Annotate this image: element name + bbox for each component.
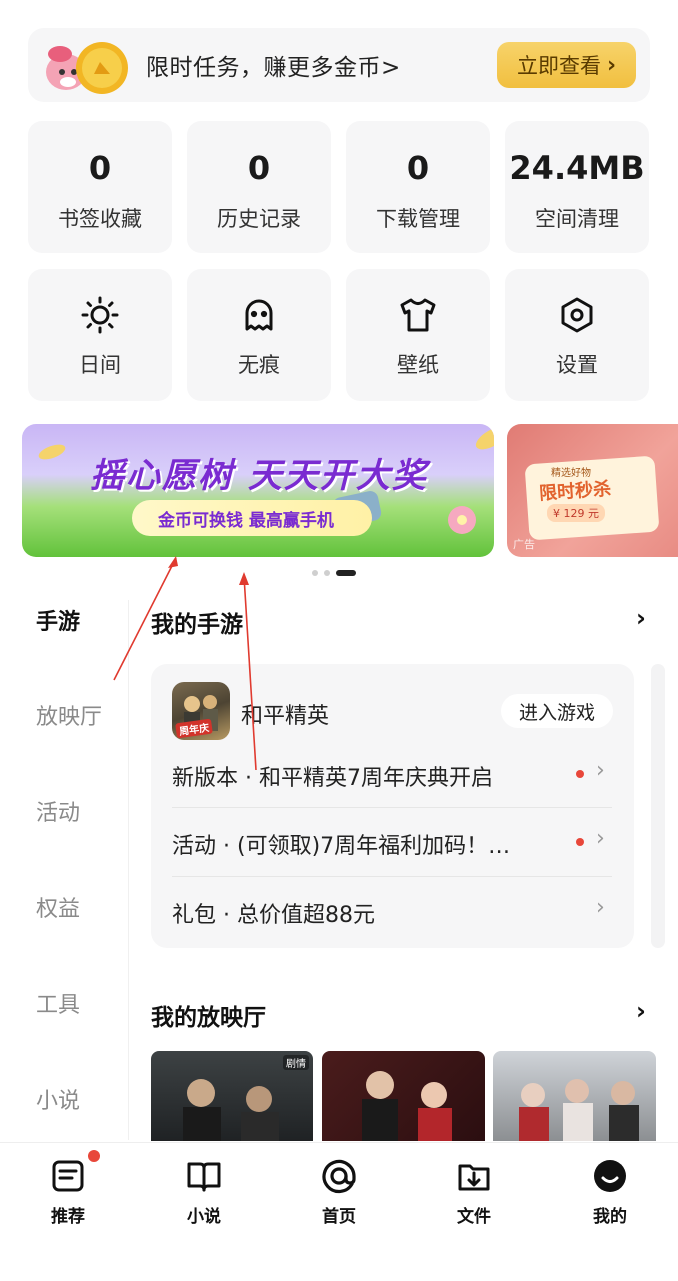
flash-sale-title: 限时秒杀 [538, 478, 612, 505]
history-count: 0 [247, 149, 271, 187]
storage-size: 24.4MB [509, 149, 645, 187]
thumb-tag: 剧情 [283, 1055, 309, 1070]
my-theater-title: 我的放映厅 [151, 1005, 266, 1031]
file-download-icon [458, 1164, 490, 1191]
bookmarks-label: 书签收藏 [58, 207, 142, 231]
profile-face-icon [594, 1160, 626, 1192]
recommend-doc-icon [52, 1160, 84, 1192]
leftnav-activities[interactable]: 活动 [36, 795, 80, 827]
banner-subtitle: 金币可换钱 最高赢手机 [132, 500, 372, 536]
downloads-label: 下载管理 [376, 207, 460, 231]
game-app-icon[interactable]: 周年庆 [172, 682, 230, 740]
theater-thumb[interactable]: 剧情 [151, 1051, 313, 1141]
chevron-right-icon[interactable]: › [636, 604, 646, 632]
book-icon [187, 1162, 221, 1192]
unread-dot [576, 838, 584, 846]
chevron-right-icon: › [606, 52, 617, 78]
row-divider [172, 807, 612, 808]
my-games-title: 我的手游 [151, 612, 243, 638]
carousel-indicator [312, 570, 356, 576]
settings-hexagon-icon [561, 297, 593, 333]
enter-game-button[interactable]: 进入游戏 [501, 694, 613, 728]
theater-thumb[interactable] [322, 1051, 485, 1141]
leftnav-benefits[interactable]: 权益 [36, 891, 80, 923]
settings-button[interactable]: 设置 [505, 269, 649, 401]
tab-profile[interactable]: 我的 [570, 1158, 650, 1227]
settings-label: 设置 [556, 353, 598, 377]
flash-sale-banner[interactable]: 精选好物 限时秒杀 ¥ 129 元 广告 [507, 424, 678, 557]
view-now-label: 立即查看 [516, 54, 601, 78]
tab-recommend-label: 推荐 [51, 1207, 85, 1227]
wish-tree-banner[interactable]: 摇心愿树 天天开大奖 金币可换钱 最高赢手机 [22, 424, 494, 557]
history-card[interactable]: 0 历史记录 [187, 121, 331, 253]
leftnav-theater[interactable]: 放映厅 [36, 699, 102, 731]
unread-dot [576, 770, 584, 778]
chevron-right-icon[interactable]: › [596, 826, 605, 851]
task-text[interactable]: 限时任务，赚更多金币> [146, 48, 401, 82]
theater-thumb[interactable] [493, 1051, 656, 1141]
tab-files[interactable]: 文件 [434, 1158, 514, 1227]
home-at-icon [322, 1159, 356, 1194]
shirt-icon [400, 298, 436, 332]
game-name: 和平精英 [241, 704, 330, 729]
notification-dot [88, 1150, 100, 1162]
game-event-row[interactable]: 活动 · (可领取)7周年福利加码！… [172, 828, 532, 860]
row-divider [172, 876, 612, 877]
tab-files-label: 文件 [457, 1207, 491, 1227]
storage-clean-card[interactable]: 24.4MB 空间清理 [505, 121, 649, 253]
view-now-button[interactable]: 立即查看 › [497, 42, 636, 88]
carousel-dot-active [336, 570, 356, 576]
history-label: 历史记录 [217, 207, 301, 231]
bookmarks-count: 0 [88, 149, 112, 187]
game-news-row[interactable]: 新版本 · 和平精英7周年庆典开启 [172, 760, 532, 792]
leftnav-tools[interactable]: 工具 [36, 987, 80, 1019]
thumb-art [362, 1071, 452, 1141]
leftnav-divider [128, 600, 129, 1140]
wallpaper-label: 壁纸 [397, 353, 439, 377]
tab-novels-label: 小说 [187, 1207, 221, 1227]
leftnav-mobile-games[interactable]: 手游 [36, 604, 80, 636]
incognito-label: 无痕 [238, 353, 280, 377]
day-mode-button[interactable]: 日间 [28, 269, 172, 401]
chevron-right-icon[interactable]: › [636, 997, 646, 1025]
carousel-dot [312, 570, 318, 576]
bookmarks-card[interactable]: 0 书签收藏 [28, 121, 172, 253]
downloads-card[interactable]: 0 下载管理 [346, 121, 490, 253]
sun-icon [81, 296, 119, 334]
day-mode-label: 日间 [79, 353, 121, 377]
tab-novels[interactable]: 小说 [164, 1158, 244, 1227]
coin-mascot-icon [46, 42, 128, 94]
incognito-button[interactable]: 无痕 [187, 269, 331, 401]
chevron-right-icon[interactable]: › [596, 758, 605, 783]
ghost-icon [245, 299, 273, 331]
thumb-art [519, 1079, 639, 1141]
horizontal-scroll-track [651, 664, 665, 948]
carousel-dot [324, 570, 330, 576]
banner-title: 摇心愿树 天天开大奖 [90, 456, 428, 496]
tab-home[interactable]: 首页 [299, 1158, 379, 1227]
chevron-right-icon[interactable]: › [596, 895, 605, 920]
game-gift-row[interactable]: 礼包 · 总价值超88元 [172, 897, 532, 929]
downloads-count: 0 [406, 149, 430, 187]
ad-label: 广告 [513, 538, 535, 551]
storage-clean-label: 空间清理 [535, 207, 619, 231]
wallpaper-button[interactable]: 壁纸 [346, 269, 490, 401]
tab-profile-label: 我的 [593, 1207, 627, 1227]
tab-recommend[interactable]: 推荐 [28, 1158, 108, 1227]
tab-home-label: 首页 [322, 1207, 356, 1227]
leftnav-novels[interactable]: 小说 [36, 1083, 80, 1115]
flash-sale-price: ¥ 129 元 [547, 504, 605, 522]
